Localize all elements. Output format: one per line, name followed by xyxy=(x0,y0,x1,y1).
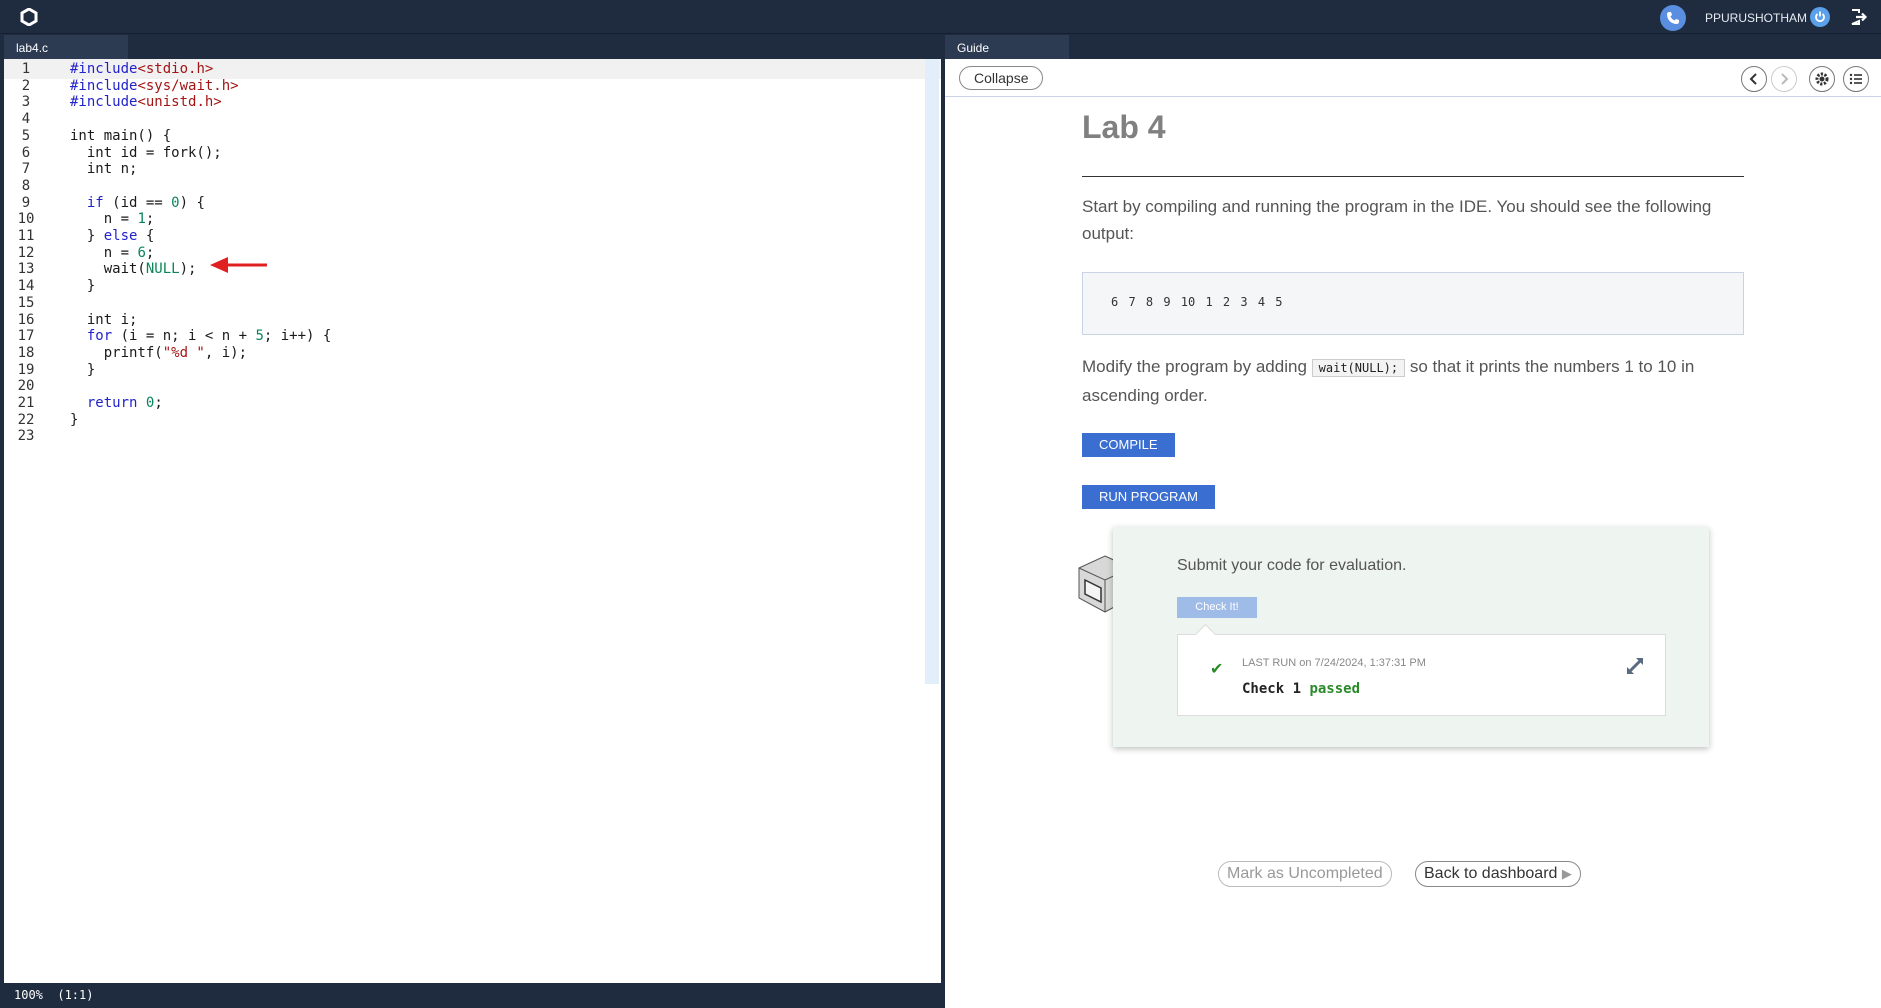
page-title: Lab 4 xyxy=(1082,109,1166,145)
previous-page-button[interactable] xyxy=(1741,66,1767,92)
red-arrow-annotation xyxy=(210,257,267,273)
guide-pane: Guide Collapse Lab 4 Start by compiling … xyxy=(945,35,1881,1008)
back-to-dashboard-button[interactable]: Back to dashboard ▶ xyxy=(1415,861,1581,887)
play-icon: ▶ xyxy=(1561,866,1572,881)
editor-status-bar: 100% (1:1) xyxy=(4,983,941,1008)
phone-icon[interactable] xyxy=(1660,5,1686,31)
divider xyxy=(1082,176,1744,177)
instruction-text-before: Modify the program by adding xyxy=(1082,357,1307,376)
code-line[interactable]: 23 xyxy=(4,426,941,446)
table-of-contents-button[interactable] xyxy=(1843,66,1869,92)
code-editor-pane: lab4.c 1 #include<stdio.h> 2 #include<sys/w… xyxy=(4,35,941,1008)
submit-text: Submit your code for evaluation. xyxy=(1177,557,1407,574)
code-area[interactable]: 1 #include<stdio.h> 2 #include<sys/wait.h> 3… xyxy=(4,59,941,979)
intro-paragraph: Start by compiling and running the progr… xyxy=(1082,197,1712,243)
next-page-button[interactable] xyxy=(1771,66,1797,92)
line-number: 23 xyxy=(17,428,35,445)
editor-tab-bar: lab4.c xyxy=(4,35,941,59)
last-run-date: on 7/24/2024, 1:37:31 PM xyxy=(1299,657,1426,669)
compile-button[interactable]: COMPILE xyxy=(1082,433,1175,457)
passed-status: passed xyxy=(1309,681,1361,697)
guide-toolbar: Collapse xyxy=(945,59,1881,97)
last-run-result: ✔ LAST RUN on 7/24/2024, 1:37:31 PM Chec… xyxy=(1177,634,1666,716)
check-result: Check 1 passed xyxy=(1242,681,1360,697)
collapse-button[interactable]: Collapse xyxy=(959,66,1044,90)
run-program-button[interactable]: RUN PROGRAM xyxy=(1082,485,1215,509)
power-icon[interactable] xyxy=(1810,7,1830,27)
editor-scrollbar[interactable] xyxy=(925,59,939,684)
expected-output-block: 6 7 8 9 10 1 2 3 4 5 xyxy=(1082,272,1744,335)
tab-lab4-c[interactable]: lab4.c xyxy=(4,35,128,59)
check-it-button[interactable]: Check It! xyxy=(1177,597,1257,618)
back-to-dashboard-label: Back to dashboard xyxy=(1424,865,1558,882)
mark-as-uncompleted-button[interactable]: Mark as Uncompleted xyxy=(1218,861,1392,887)
chevron-right-icon xyxy=(1781,73,1789,85)
assessment-card: Submit your code for evaluation. Check I… xyxy=(1113,527,1709,747)
expand-icon[interactable] xyxy=(1624,655,1646,677)
tab-guide[interactable]: Guide xyxy=(945,35,1069,59)
last-run-info: LAST RUN on 7/24/2024, 1:37:31 PM xyxy=(1242,657,1426,669)
inline-code: wait(NULL); xyxy=(1311,359,1406,377)
chevron-left-icon xyxy=(1749,73,1757,85)
settings-button[interactable] xyxy=(1809,66,1835,92)
guide-tab-bar: Guide xyxy=(945,35,1881,59)
checkmark-icon: ✔ xyxy=(1210,661,1224,678)
instruction-paragraph: Modify the program by adding wait(NULL);… xyxy=(1082,353,1744,409)
username[interactable]: PPURUSHOTHAM xyxy=(1705,11,1807,25)
logout-icon[interactable] xyxy=(1850,8,1868,26)
gear-icon xyxy=(1815,72,1829,86)
last-run-label: LAST RUN xyxy=(1242,657,1297,669)
check-name: Check 1 xyxy=(1242,681,1302,697)
top-bar: PPURUSHOTHAM xyxy=(0,0,1881,34)
guide-content: Lab 4 Start by compiling and running the… xyxy=(1082,103,1744,509)
list-icon xyxy=(1849,73,1862,85)
codio-logo-icon[interactable] xyxy=(20,8,38,26)
